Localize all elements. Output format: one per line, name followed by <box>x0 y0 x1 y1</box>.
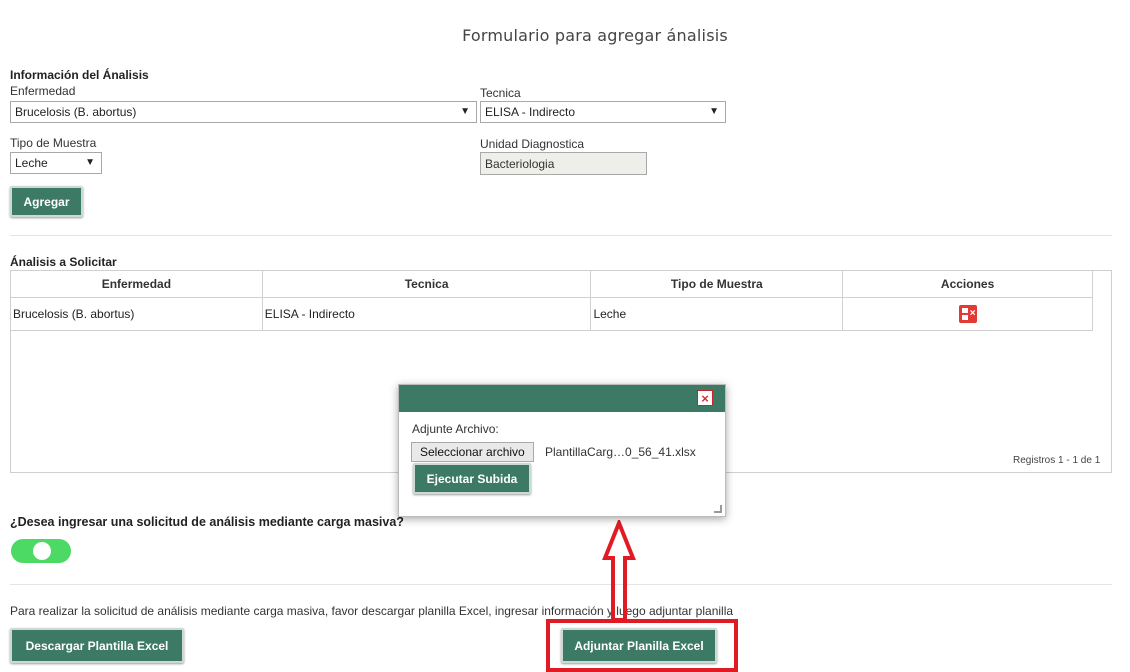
sample-type-select[interactable]: Leche ▼ <box>10 152 102 174</box>
arrow-up-annotation-icon <box>602 520 636 622</box>
column-header-sample[interactable]: Tipo de Muestra <box>590 270 844 298</box>
choose-file-button[interactable]: Seleccionar archivo <box>411 442 534 462</box>
diag-unit-field: Bacteriologia <box>480 152 647 175</box>
sample-type-select-value: Leche <box>15 156 48 170</box>
cell-sample: Leche <box>590 297 844 331</box>
chevron-down-icon: ▼ <box>709 106 719 117</box>
close-icon[interactable]: × <box>697 390 713 406</box>
bulk-toggle[interactable] <box>11 539 71 563</box>
technique-select-value: ELISA - Indirecto <box>485 105 576 119</box>
sample-type-label: Tipo de Muestra <box>10 136 97 150</box>
toggle-knob <box>33 542 51 560</box>
chevron-down-icon: ▼ <box>460 106 470 117</box>
disease-label: Enfermedad <box>10 84 76 98</box>
selected-file-name: PlantillaCarg…0_56_41.xlsx <box>545 445 696 459</box>
column-header-technique[interactable]: Tecnica <box>261 270 592 298</box>
disease-select[interactable]: Brucelosis (B. abortus) ▼ <box>10 101 477 123</box>
cell-technique: ELISA - Indirecto <box>261 297 592 331</box>
analysis-info-title: Información del Ánalisis <box>10 68 149 82</box>
technique-select[interactable]: ELISA - Indirecto ▼ <box>480 101 726 123</box>
delete-icon[interactable]: × <box>958 305 977 323</box>
records-count: Registros 1 - 1 de 1 <box>1013 455 1101 466</box>
table-header-row: Enfermedad Tecnica Tipo de Muestra Accio… <box>10 270 1093 298</box>
divider <box>10 584 1112 585</box>
execute-upload-button[interactable]: Ejecutar Subida <box>413 463 531 494</box>
requested-table: Enfermedad Tecnica Tipo de Muestra Accio… <box>10 270 1093 331</box>
diag-unit-label: Unidad Diagnostica <box>480 137 585 151</box>
divider <box>10 235 1112 236</box>
table-row[interactable]: Brucelosis (B. abortus) ELISA - Indirect… <box>10 297 1093 331</box>
attach-file-label: Adjunte Archivo: <box>412 422 499 436</box>
requested-analysis-title: Ánalisis a Solicitar <box>10 255 117 269</box>
disease-select-value: Brucelosis (B. abortus) <box>15 105 137 119</box>
dialog-titlebar[interactable]: × <box>399 385 725 412</box>
resize-handle-icon[interactable] <box>714 505 722 513</box>
chevron-down-icon: ▼ <box>85 157 95 168</box>
page-title: Formulario para agregar ánalisis <box>462 26 728 45</box>
highlight-annotation <box>546 619 738 672</box>
column-header-disease[interactable]: Enfermedad <box>10 270 263 298</box>
download-template-button[interactable]: Descargar Plantilla Excel <box>10 628 184 663</box>
cell-actions: × <box>842 297 1093 331</box>
upload-dialog: × Adjunte Archivo: Seleccionar archivo P… <box>398 384 726 517</box>
bulk-question: ¿Desea ingresar una solicitud de análisi… <box>10 515 404 529</box>
add-button[interactable]: Agregar <box>10 186 83 217</box>
column-header-actions[interactable]: Acciones <box>842 270 1093 298</box>
technique-label: Tecnica <box>480 86 521 100</box>
cell-disease: Brucelosis (B. abortus) <box>10 297 263 331</box>
page-scrollbar[interactable] <box>1112 0 1130 672</box>
